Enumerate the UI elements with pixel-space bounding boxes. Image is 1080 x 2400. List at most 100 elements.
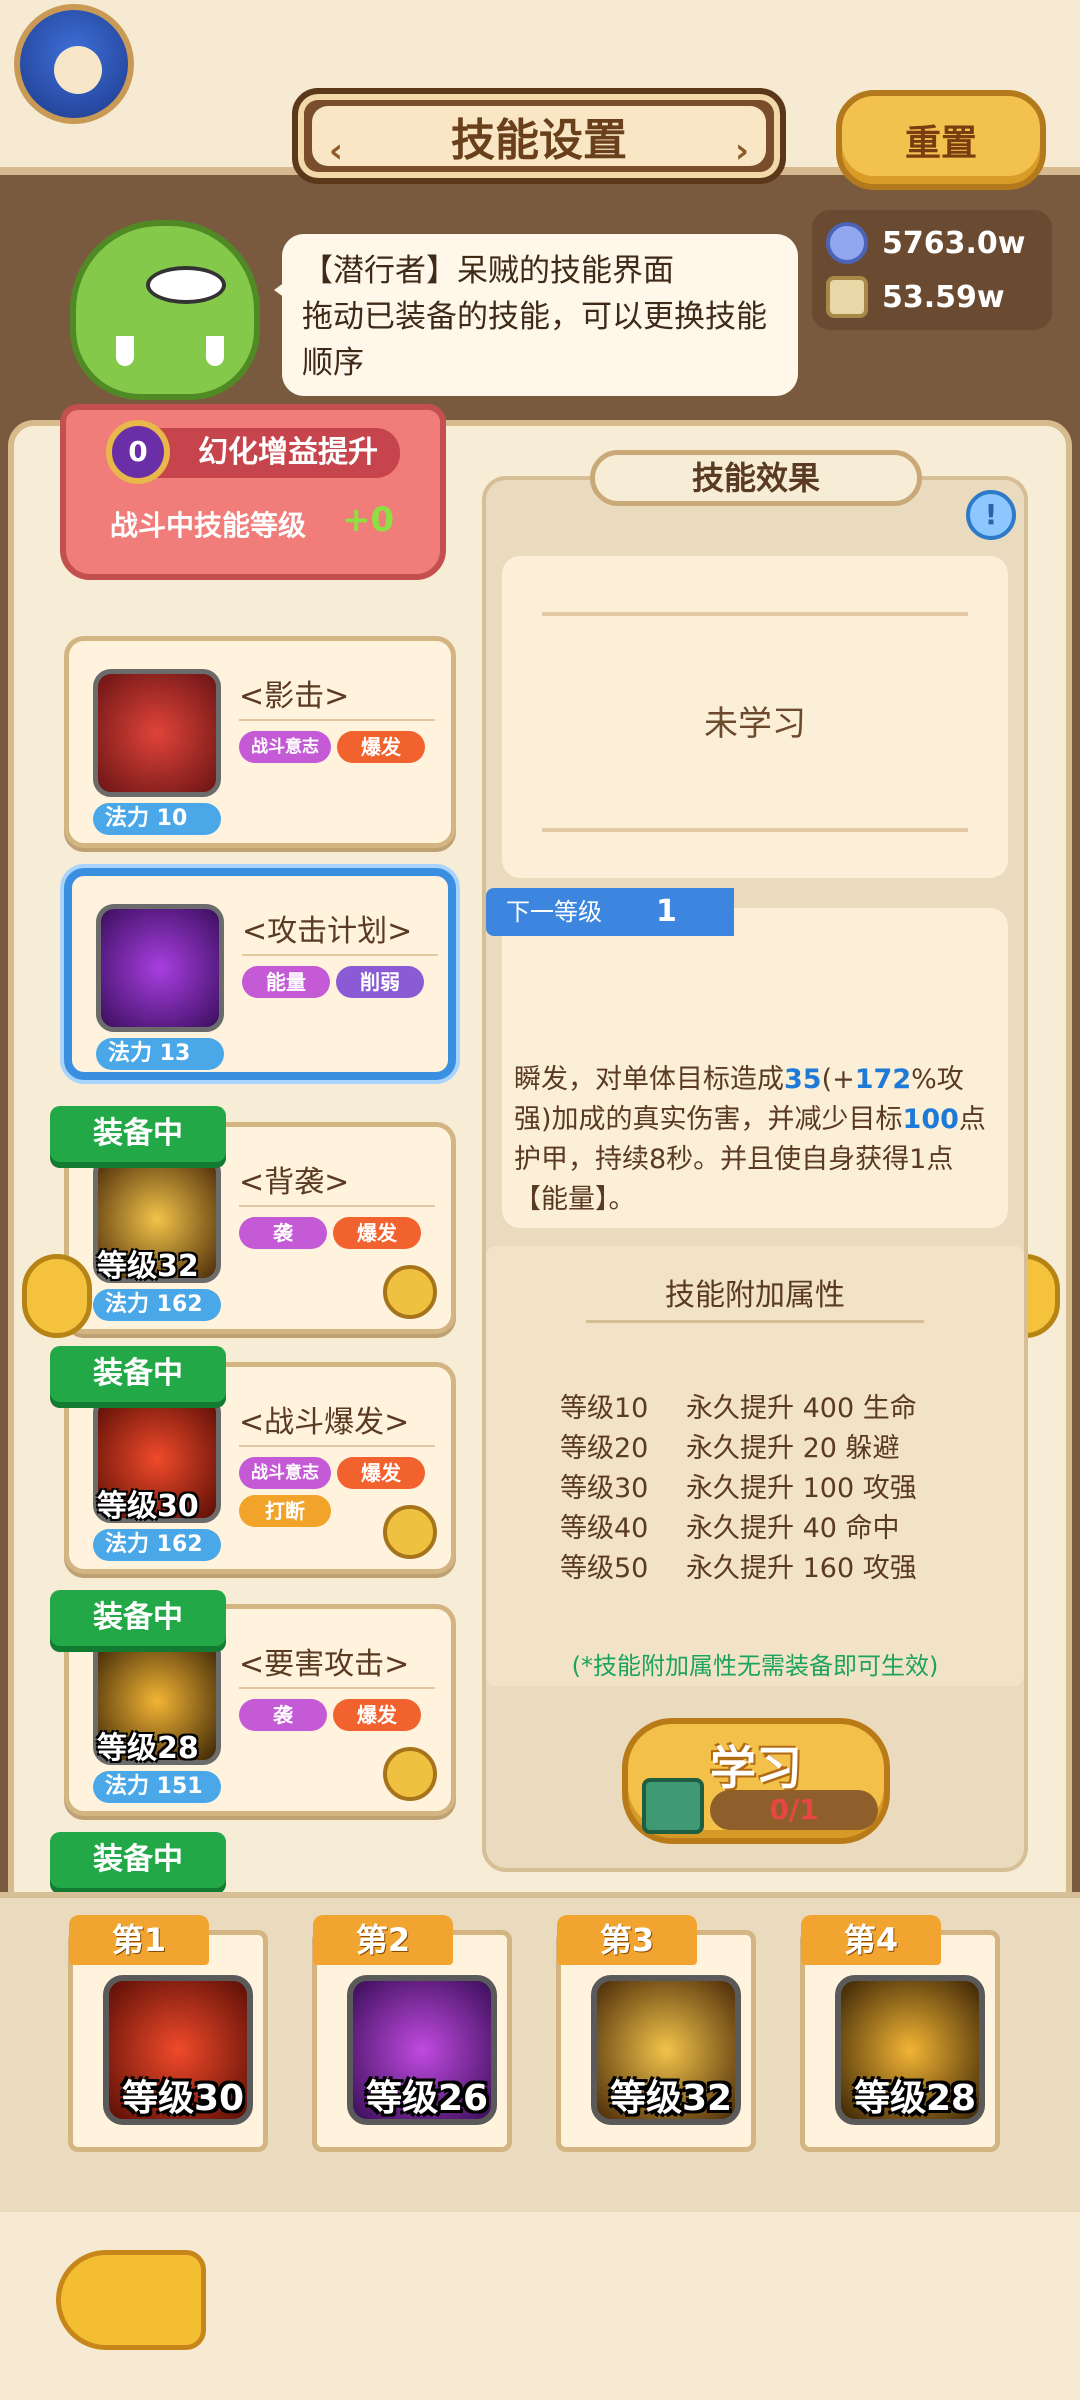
learn-button[interactable]: 学习 0/1 xyxy=(622,1718,890,1844)
reset-button[interactable]: 重置 xyxy=(836,90,1046,190)
skill-card[interactable]: <影击> 战斗意志 爆发 法力 10 xyxy=(64,636,456,848)
resource-row-scroll: 53.59w xyxy=(826,272,1005,322)
title-plate: ‹ 技能设置 › xyxy=(292,88,786,184)
boost-subtitle: 战斗中技能等级 xyxy=(110,509,307,542)
learn-count: 0/1 xyxy=(710,1790,878,1830)
fish-bone-icon[interactable] xyxy=(56,2250,206,2350)
bubble-line: 【潜行者】呆贼的技能界面 xyxy=(302,253,674,289)
skill-level: 等级32 xyxy=(97,1249,199,1284)
skill-slot-1[interactable]: 第1 等级30 xyxy=(68,1915,268,2152)
current-level-box: 未学习 xyxy=(502,556,1008,878)
lock-icon[interactable] xyxy=(383,1747,437,1801)
skill-tag: 战斗意志 xyxy=(239,1457,331,1489)
skill-tag: 爆发 xyxy=(333,1699,421,1731)
attribute-level: 等级10 xyxy=(560,1393,649,1424)
orc-guide xyxy=(40,220,270,410)
skill-tag: 战斗意志 xyxy=(239,731,331,763)
skill-slot-4[interactable]: 第4 等级28 xyxy=(800,1915,1000,2152)
orc-tusk xyxy=(206,336,224,366)
skill-level: 等级30 xyxy=(97,1489,199,1524)
skill-card-selected[interactable]: <攻击计划> 能量 削弱 法力 13 xyxy=(64,868,456,1080)
attribute-effect: 永久提升 40 命中 xyxy=(686,1513,900,1544)
skill-description: 瞬发，对单体目标造成35(+172%攻强)加成的真实伤害，并减少目标100点护甲… xyxy=(514,1060,994,1220)
desc-value: 172 xyxy=(854,1064,912,1095)
skill-tag: 爆发 xyxy=(333,1217,421,1249)
chevron-left-icon[interactable]: ‹ xyxy=(318,134,354,168)
attribute-effect: 永久提升 160 攻强 xyxy=(686,1553,917,1584)
equipped-ribbon: 装备中 xyxy=(50,1346,226,1402)
orc-eye xyxy=(146,266,226,304)
mana-cost: 法力 10 xyxy=(93,803,221,835)
attributes-note: (*技能附加属性无需装备即可生效) xyxy=(571,1652,939,1680)
divider xyxy=(239,719,435,721)
boost-value: +0 xyxy=(342,500,395,540)
effect-header: 技能效果 xyxy=(590,450,922,506)
chevron-right-icon[interactable]: › xyxy=(724,134,760,168)
next-level-value: 1 xyxy=(656,894,677,929)
equipped-ribbon: 装备中 xyxy=(50,1832,226,1888)
skill-name: <背袭> xyxy=(239,1165,350,1200)
attribute-effect: 永久提升 400 生命 xyxy=(686,1393,917,1424)
mana-cost: 法力 13 xyxy=(96,1038,224,1070)
skill-tag: 爆发 xyxy=(337,731,425,763)
scroll-icon xyxy=(826,276,868,318)
boost-ribbon[interactable]: 幻化增益提升 0 战斗中技能等级 +0 xyxy=(60,404,446,580)
attribute-level: 等级40 xyxy=(560,1513,649,1544)
slot-level: 等级26 xyxy=(365,2078,489,2119)
bubble-line: 拖动已装备的技能，可以更换技能 xyxy=(302,299,767,335)
attribute-row: 等级40 永久提升 40 命中 xyxy=(560,1506,900,1545)
attribute-level: 等级30 xyxy=(560,1473,649,1504)
skill-tag: 能量 xyxy=(242,966,330,998)
gem-coin-icon xyxy=(826,222,868,264)
attributes-title: 技能附加属性 xyxy=(665,1278,845,1313)
mana-cost: 法力 162 xyxy=(93,1289,221,1321)
orc-head xyxy=(70,220,260,400)
arrow-left-icon[interactable] xyxy=(22,1254,92,1338)
divider xyxy=(586,1320,924,1323)
slot-tab: 第3 xyxy=(557,1915,697,1965)
info-icon[interactable]: ! xyxy=(966,490,1016,540)
skill-level: 等级28 xyxy=(97,1731,199,1766)
skill-slot-2[interactable]: 第2 等级26 xyxy=(312,1915,512,2152)
equipped-ribbon: 装备中 xyxy=(50,1590,226,1646)
attributes-section: 技能附加属性 等级10 永久提升 400 生命 等级20 永久提升 20 躲避 等级… xyxy=(486,1246,1024,1686)
skill-name: <战斗爆发> xyxy=(239,1405,410,1440)
desc-value: 35 xyxy=(784,1064,822,1095)
skill-tag: 袭 xyxy=(239,1217,327,1249)
slot-tab: 第1 xyxy=(69,1915,209,1965)
attribute-level: 等级50 xyxy=(560,1553,649,1584)
skill-slot-3[interactable]: 第3 等级32 xyxy=(556,1915,756,2152)
skill-name: <要害攻击> xyxy=(239,1647,410,1682)
resource-value: 53.59w xyxy=(882,279,1005,315)
next-level-banner: 下一等级 1 xyxy=(486,888,734,936)
attack-plan-skill-icon xyxy=(96,904,224,1032)
attribute-row: 等级30 永久提升 100 攻强 xyxy=(560,1466,917,1505)
slot-tab: 第4 xyxy=(801,1915,941,1965)
shadow-strike-skill-icon xyxy=(93,669,221,797)
divider xyxy=(239,1445,435,1447)
attribute-row: 等级50 永久提升 160 攻强 xyxy=(560,1546,917,1585)
not-learned-text: 未学习 xyxy=(704,704,806,744)
equipped-ribbon: 装备中 xyxy=(50,1106,226,1162)
lock-icon[interactable] xyxy=(383,1265,437,1319)
lock-icon[interactable] xyxy=(383,1505,437,1559)
skill-name: <攻击计划> xyxy=(242,914,413,949)
boost-level-badge: 0 xyxy=(106,420,170,484)
skill-tag: 爆发 xyxy=(337,1457,425,1489)
orc-tusk xyxy=(116,336,134,366)
skill-tag: 袭 xyxy=(239,1699,327,1731)
resource-panel: 5763.0w 53.59w xyxy=(812,210,1052,330)
desc-text: 瞬发，对单体目标造成 xyxy=(514,1064,784,1095)
divider xyxy=(239,1205,435,1207)
ornament-divider xyxy=(542,828,968,832)
attribute-effect: 永久提升 20 躲避 xyxy=(686,1433,900,1464)
skill-book-icon xyxy=(642,1778,704,1834)
skill-tag: 削弱 xyxy=(336,966,424,998)
slot-level: 等级30 xyxy=(121,2078,245,2119)
attribute-effect: 永久提升 100 攻强 xyxy=(686,1473,917,1504)
divider xyxy=(239,1687,435,1689)
player-avatar[interactable] xyxy=(14,4,134,124)
skill-name: <影击> xyxy=(239,679,350,714)
skill-tag: 打断 xyxy=(239,1495,331,1527)
resource-value: 5763.0w xyxy=(882,225,1026,261)
